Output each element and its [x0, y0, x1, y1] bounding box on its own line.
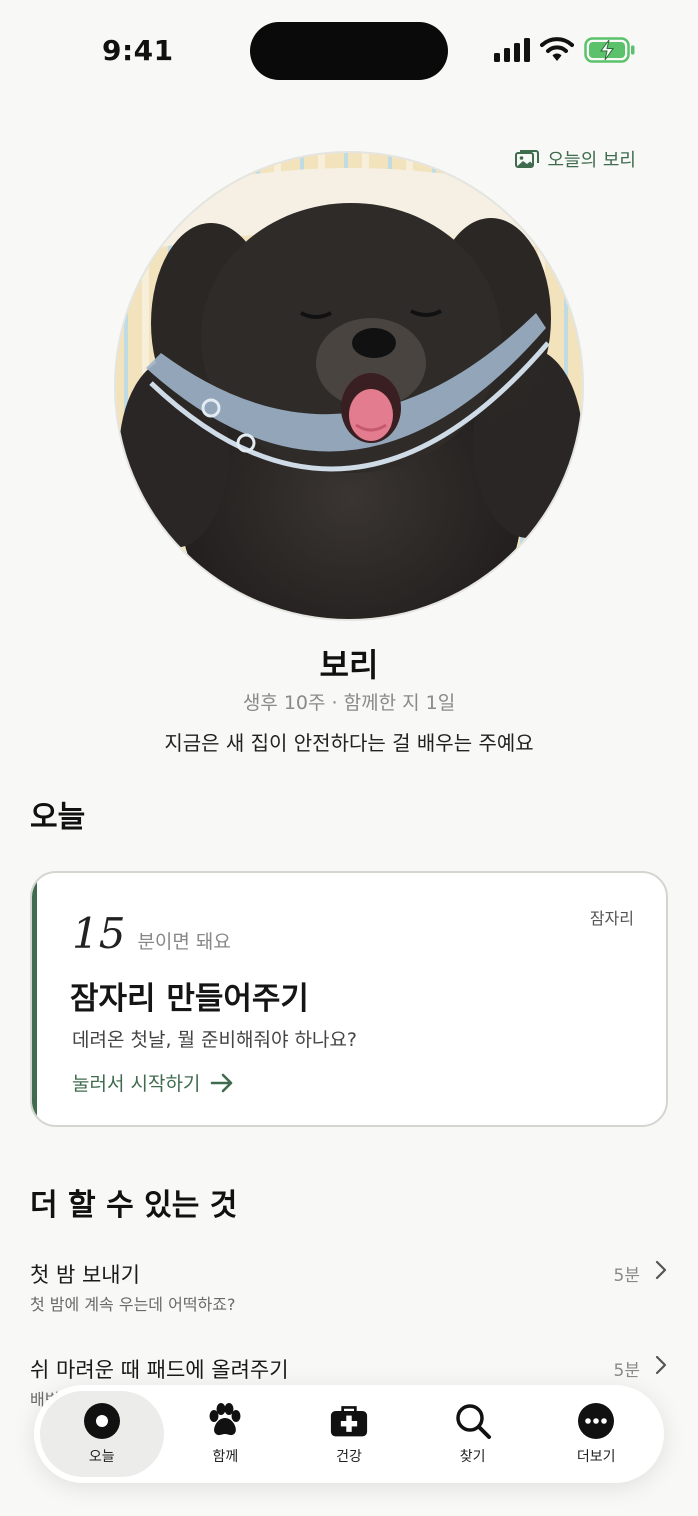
today-task-card[interactable]: 잠자리 15 분이면 돼요 잠자리 만들어주기 데려온 첫날, 뭘 준비해줘야 …	[30, 871, 668, 1127]
today-bori-gallery-link[interactable]: 오늘의 보리	[515, 146, 636, 172]
list-item-title: 첫 밤 보내기	[30, 1263, 140, 1287]
paw-icon	[206, 1402, 244, 1440]
pet-age-meta: 생후 10주 · 함께한 지 1일	[242, 692, 456, 714]
pet-name: 보리	[319, 646, 379, 684]
pet-tagline: 지금은 새 집이 안전하다는 걸 배우는 주예요	[164, 731, 534, 755]
card-minutes-suffix: 분이면 돼요	[137, 931, 231, 953]
list-item-title: 쉬 마려운 때 패드에 올려주기	[30, 1358, 289, 1382]
card-subtitle: 데려온 첫날, 뭘 준비해줘야 하나요?	[72, 1029, 358, 1051]
tab-label: 찾기	[459, 1449, 486, 1465]
card-start-button[interactable]: 눌러서 시작하기	[72, 1069, 234, 1096]
pet-profile-photo[interactable]	[114, 151, 584, 621]
photo-gallery-icon	[515, 150, 540, 168]
list-item-duration: 5분	[613, 1266, 640, 1286]
chevron-right-icon	[655, 1260, 667, 1280]
chevron-right-icon	[655, 1355, 667, 1375]
tab-label: 오늘	[88, 1449, 115, 1465]
more-dots-icon	[577, 1402, 615, 1440]
tab-today[interactable]: 오늘	[40, 1391, 164, 1477]
tab-search[interactable]: 찾기	[411, 1391, 535, 1477]
card-accent-bar	[32, 873, 37, 1125]
status-bar: 9:41	[0, 0, 698, 100]
tab-health[interactable]: 건강	[287, 1391, 411, 1477]
bottom-tab-bar: 오늘 함께 건강 찾기 더보기	[34, 1385, 664, 1483]
card-duration-row: 15 분이면 돼요	[72, 909, 231, 958]
wifi-icon	[540, 37, 574, 61]
tab-more[interactable]: 더보기	[534, 1391, 658, 1477]
card-title: 잠자리 만들어주기	[70, 981, 309, 1017]
today-section-title: 오늘	[30, 800, 86, 835]
battery-charging-icon	[584, 37, 635, 63]
medical-kit-icon	[330, 1402, 368, 1440]
more-section-title: 더 할 수 있는 것	[30, 1188, 238, 1223]
list-item-duration: 5분	[613, 1361, 640, 1381]
cellular-signal-icon	[494, 38, 530, 62]
list-item[interactable]: 첫 밤 보내기 첫 밤에 계속 우는데 어떡하죠? 5분	[30, 1259, 670, 1319]
tab-label: 건강	[336, 1449, 362, 1465]
status-time: 9:41	[102, 34, 174, 67]
tab-label: 더보기	[576, 1449, 616, 1465]
card-minutes: 15	[72, 909, 126, 958]
list-item-subtitle: 첫 밤에 계속 우는데 어떡하죠?	[30, 1295, 236, 1314]
tab-label: 함께	[212, 1449, 239, 1465]
arrow-right-icon	[211, 1073, 233, 1092]
today-bori-link-label: 오늘의 보리	[547, 150, 636, 171]
tab-together[interactable]: 함께	[164, 1391, 288, 1477]
search-icon	[454, 1402, 492, 1440]
today-dot-icon	[83, 1402, 121, 1440]
card-start-label: 눌러서 시작하기	[72, 1073, 201, 1095]
puppy-photo-illustration	[116, 153, 582, 619]
dynamic-island	[250, 22, 448, 80]
card-category-tag: 잠자리	[589, 909, 634, 928]
